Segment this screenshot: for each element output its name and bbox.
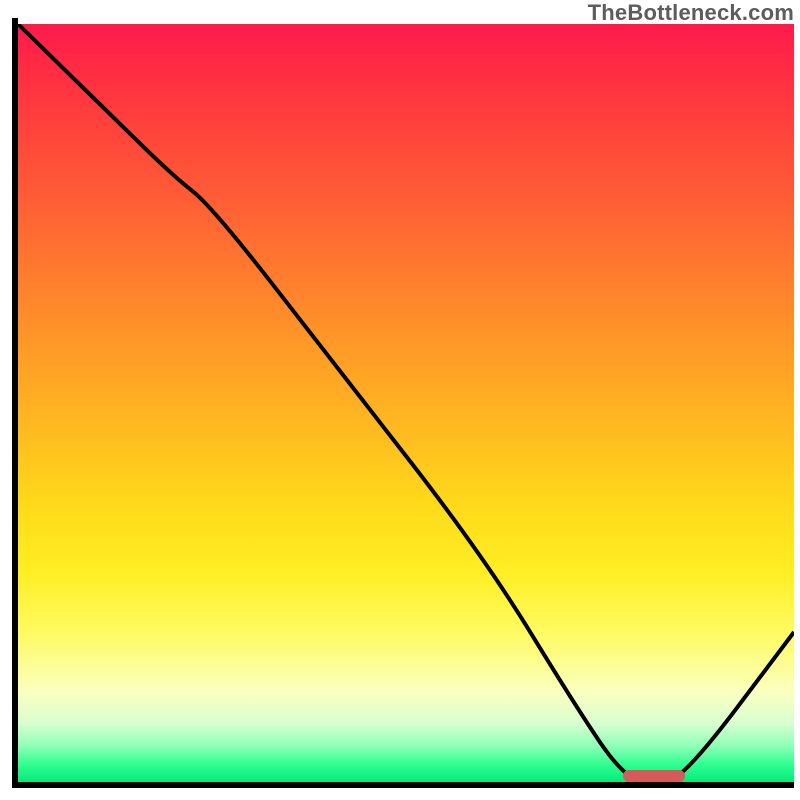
x-axis (12, 782, 794, 788)
watermark-text: TheBottleneck.com (588, 0, 794, 26)
bottleneck-curve (18, 24, 794, 784)
bottleneck-chart: TheBottleneck.com (0, 0, 800, 800)
y-axis (12, 18, 18, 788)
curve-path (18, 24, 794, 782)
optimal-zone-marker (623, 770, 685, 782)
plot-gradient-background (18, 24, 794, 784)
